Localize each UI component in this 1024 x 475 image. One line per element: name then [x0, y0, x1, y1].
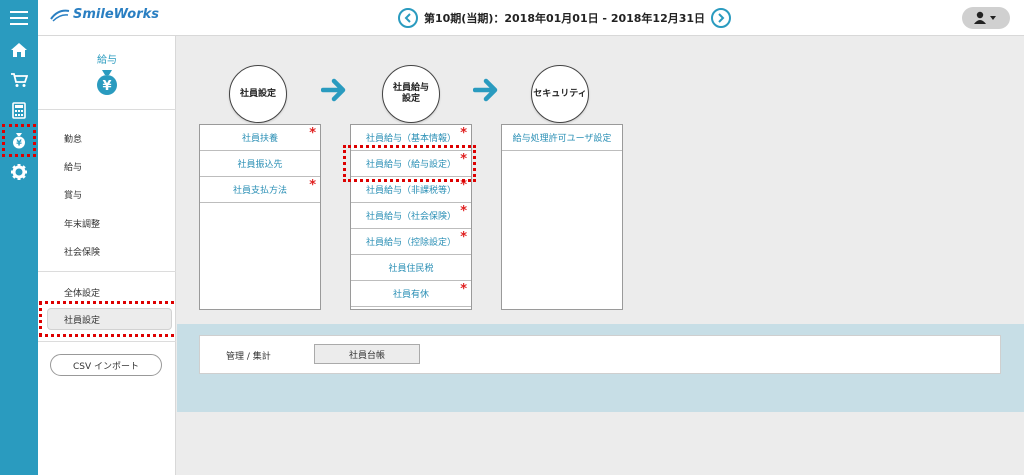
user-icon — [974, 11, 996, 24]
next-period-button[interactable] — [711, 8, 732, 28]
management-label: 管理 / 集計 — [226, 352, 271, 362]
sidebar-item-general-settings[interactable]: 全体設定 — [64, 286, 100, 299]
link-payroll-permission-users[interactable]: 給与処理許可ユーザ設定 — [502, 125, 622, 151]
step-employee-settings: 社員設定 — [229, 65, 287, 123]
link-employee-resident-tax[interactable]: 社員住民税 — [351, 255, 471, 281]
link-employee-bank-account[interactable]: 社員振込先 — [200, 151, 320, 177]
security-panel: 給与処理許可ユーザ設定 — [501, 124, 623, 310]
sidebar: 給与 ¥ 勤怠 給与 賞与 年末調整 社会保険 全体設定 社員設定 CSV イン… — [38, 36, 176, 475]
management-section: 管理 / 集計 社員台帳 — [199, 335, 1001, 374]
top-header: SmileWorks 第10期(当期)：2018年01月01日 - 2018年1… — [38, 0, 1024, 36]
required-mark: * — [460, 282, 467, 297]
svg-text:¥: ¥ — [102, 79, 111, 94]
sidebar-item-year-end[interactable]: 年末調整 — [64, 217, 100, 230]
sidebar-item-employee-settings[interactable]: 社員設定 — [47, 308, 172, 330]
period-selector: 第10期(当期)：2018年01月01日 - 2018年12月31日 — [398, 6, 732, 30]
employee-settings-panel: 社員扶養 * 社員振込先 社員支払方法 * — [199, 124, 321, 310]
user-menu-button[interactable] — [962, 7, 1010, 29]
required-mark: * — [309, 126, 316, 141]
required-mark: * — [309, 178, 316, 193]
icon-rail: ¥ — [0, 0, 38, 475]
link-salary-basic-info[interactable]: 社員給与（基本情報） * — [351, 125, 471, 151]
logo-swoosh-icon — [50, 9, 70, 22]
arrow-right-icon — [321, 78, 346, 102]
link-salary-tax-exempt[interactable]: 社員給与（非課税等） * — [351, 177, 471, 203]
money-bag-icon[interactable]: ¥ — [0, 126, 38, 154]
link-salary-social-insurance[interactable]: 社員給与（社会保険） * — [351, 203, 471, 229]
app-logo[interactable]: SmileWorks — [50, 7, 159, 22]
main-content: 社員設定 社員給与 設定 セキュリティ 社員扶養 * 社員振込先 社員支払方法 * … — [177, 36, 1024, 475]
brand-name: SmileWorks — [73, 7, 159, 22]
sidebar-item-social-insurance[interactable]: 社会保険 — [64, 245, 100, 258]
menu-icon[interactable] — [0, 4, 38, 32]
cart-icon[interactable] — [0, 66, 38, 94]
sidebar-divider — [38, 341, 176, 342]
required-mark: * — [460, 152, 467, 167]
sidebar-item-bonus[interactable]: 賞与 — [64, 188, 82, 201]
link-salary-deduction-settings[interactable]: 社員給与（控除設定） * — [351, 229, 471, 255]
sidebar-divider — [38, 109, 176, 110]
sidebar-divider — [38, 271, 176, 272]
csv-import-button[interactable]: CSV インポート — [50, 354, 162, 376]
chevron-right-icon — [718, 13, 725, 23]
sidebar-title: 給与 — [97, 55, 117, 66]
link-employee-paid-leave[interactable]: 社員有休 * — [351, 281, 471, 307]
employee-salary-panel: 社員給与（基本情報） * 社員給与（給与設定） * 社員給与（非課税等） * 社員給与… — [350, 124, 472, 310]
step-employee-salary-settings: 社員給与 設定 — [382, 65, 440, 123]
arrow-right-icon — [473, 78, 498, 102]
prev-period-button[interactable] — [398, 8, 418, 28]
svg-text:¥: ¥ — [16, 139, 22, 148]
money-bag-icon: ¥ — [94, 68, 120, 99]
required-mark: * — [460, 230, 467, 245]
gear-icon[interactable] — [0, 158, 38, 186]
home-icon[interactable] — [0, 36, 38, 64]
chevron-left-icon — [404, 13, 411, 23]
required-mark: * — [460, 126, 467, 141]
step-security: セキュリティ — [531, 65, 589, 123]
required-mark: * — [460, 178, 467, 193]
calculator-icon[interactable] — [0, 96, 38, 124]
link-employee-dependents[interactable]: 社員扶養 * — [200, 125, 320, 151]
link-employee-payment-method[interactable]: 社員支払方法 * — [200, 177, 320, 203]
sidebar-item-attendance[interactable]: 勤怠 — [64, 132, 82, 145]
period-label: 第10期(当期)：2018年01月01日 - 2018年12月31日 — [424, 12, 706, 25]
link-salary-pay-settings[interactable]: 社員給与（給与設定） * — [351, 151, 471, 177]
sidebar-item-salary[interactable]: 給与 — [64, 160, 82, 173]
required-mark: * — [460, 204, 467, 219]
employee-ledger-button[interactable]: 社員台帳 — [314, 344, 420, 364]
